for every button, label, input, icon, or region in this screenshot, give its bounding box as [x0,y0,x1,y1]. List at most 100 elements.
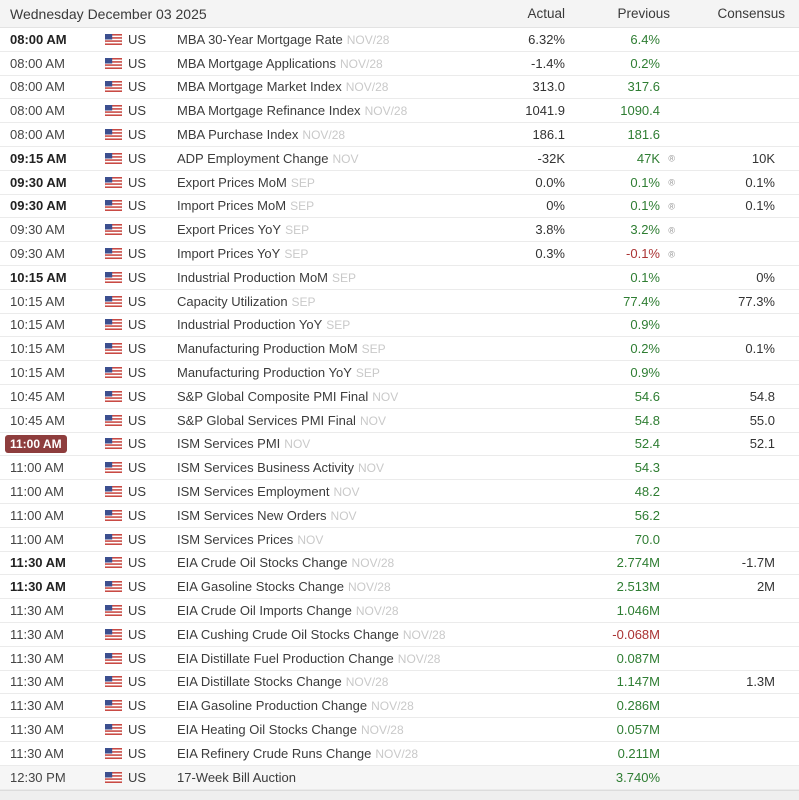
calendar-row[interactable]: 10:15 AM US Industrial Production YoYSEP… [0,314,799,338]
previous-value: 0.211M [618,746,660,761]
event-link[interactable]: EIA Crude Oil Imports Change [177,603,352,618]
calendar-row[interactable]: 10:15 AM US Manufacturing Production YoY… [0,361,799,385]
reference-period: NOV [284,437,310,451]
calendar-row[interactable]: 11:30 AM US EIA Distillate Fuel Producti… [0,647,799,671]
event-link[interactable]: EIA Refinery Crude Runs Change [177,746,371,761]
country-label: US [128,722,146,737]
event-link[interactable]: ADP Employment Change [177,151,329,166]
event-link[interactable]: ISM Services Prices [177,532,293,547]
calendar-row[interactable]: 08:00 AM US MBA Purchase IndexNOV/28 186… [0,123,799,147]
country-label: US [128,555,146,570]
event-link[interactable]: Industrial Production MoM [177,270,328,285]
calendar-row[interactable]: 10:45 AM US S&P Global Services PMI Fina… [0,409,799,433]
calendar-row[interactable]: 10:15 AM US Capacity UtilizationSEP 77.4… [0,290,799,314]
event-link[interactable]: ISM Services PMI [177,436,280,451]
previous-value: 0.2% [630,56,660,71]
calendar-row[interactable]: 11:30 AM US EIA Crude Oil Imports Change… [0,599,799,623]
event-time: 10:45 AM [10,389,65,404]
economic-calendar: Wednesday December 03 2025 Actual Previo… [0,0,799,800]
calendar-row[interactable]: 09:30 AM US Export Prices MoMSEP 0.0% 0.… [0,171,799,195]
previous-value: 3.2% [630,222,660,237]
consensus-value: 0.1% [684,198,799,213]
event-time: 09:30 AM [10,198,67,213]
event-link[interactable]: Import Prices YoY [177,246,280,261]
actual-value: -1.4% [474,56,584,71]
event-link[interactable]: EIA Gasoline Stocks Change [177,579,344,594]
calendar-row[interactable]: 08:00 AM US MBA Mortgage Market IndexNOV… [0,76,799,100]
event-link[interactable]: MBA 30-Year Mortgage Rate [177,32,343,47]
event-time: 09:30 AM [10,222,65,237]
calendar-row[interactable]: 10:15 AM US Industrial Production MoMSEP… [0,266,799,290]
consensus-value: 0.1% [684,341,799,356]
event-link[interactable]: 17-Week Bill Auction [177,770,296,785]
us-flag-icon [105,343,122,354]
event-link[interactable]: EIA Distillate Fuel Production Change [177,651,394,666]
country-label: US [128,151,146,166]
event-time: 11:00 AM [10,532,64,547]
event-link[interactable]: ISM Services Business Activity [177,460,354,475]
event-link[interactable]: Export Prices MoM [177,175,287,190]
consensus-value: 10K [684,151,799,166]
reference-period: SEP [326,318,350,332]
event-link[interactable]: Manufacturing Production YoY [177,365,352,380]
event-time: 12:30 PM [10,770,66,785]
calendar-row[interactable]: 11:00 AM US ISM Services Business Activi… [0,456,799,480]
event-link[interactable]: EIA Heating Oil Stocks Change [177,722,357,737]
event-link[interactable]: Industrial Production YoY [177,317,322,332]
event-link[interactable]: S&P Global Composite PMI Final [177,389,368,404]
event-link[interactable]: ISM Services New Orders [177,508,327,523]
calendar-row[interactable]: 11:30 AM US EIA Cushing Crude Oil Stocks… [0,623,799,647]
calendar-row[interactable]: 11:30 AM US EIA Crude Oil Stocks ChangeN… [0,552,799,576]
calendar-row[interactable]: 11:30 AM US EIA Heating Oil Stocks Chang… [0,718,799,742]
reference-period: NOV [333,152,359,166]
us-flag-icon [105,534,122,545]
event-link[interactable]: EIA Gasoline Production Change [177,698,367,713]
calendar-row[interactable]: 11:30 AM US EIA Distillate Stocks Change… [0,671,799,695]
calendar-row[interactable]: 08:00 AM US MBA Mortgage ApplicationsNOV… [0,52,799,76]
calendar-row[interactable]: 11:00 AM US ISM Services EmploymentNOV 4… [0,480,799,504]
event-link[interactable]: Import Prices MoM [177,198,286,213]
calendar-row[interactable]: 11:30 AM US EIA Gasoline Production Chan… [0,694,799,718]
country-label: US [128,79,146,94]
us-flag-icon [105,605,122,616]
event-link[interactable]: Capacity Utilization [177,294,288,309]
calendar-row[interactable]: 11:00 AM US ISM Services PMINOV 52.4 5 [0,433,799,457]
calendar-row[interactable]: 08:00 AM US MBA 30-Year Mortgage RateNOV… [0,28,799,52]
event-link[interactable]: S&P Global Services PMI Final [177,413,356,428]
reference-period: NOV [358,461,384,475]
us-flag-icon [105,153,122,164]
country-label: US [128,246,146,261]
calendar-row[interactable]: 11:30 AM US EIA Refinery Crude Runs Chan… [0,742,799,766]
country-label: US [128,294,146,309]
calendar-row[interactable]: 10:15 AM US Manufacturing Production MoM… [0,337,799,361]
calendar-row[interactable]: 08:00 AM US MBA Mortgage Refinance Index… [0,99,799,123]
event-link[interactable]: MBA Mortgage Refinance Index [177,103,361,118]
calendar-row[interactable]: 11:30 AM US EIA Gasoline Stocks ChangeNO… [0,575,799,599]
calendar-row[interactable]: 12:30 PM US 17-Week Bill Auction 3.740% [0,766,799,790]
calendar-row[interactable]: 09:15 AM US ADP Employment ChangeNOV -32… [0,147,799,171]
calendar-row[interactable]: 11:00 AM US ISM Services New OrdersNOV 5… [0,504,799,528]
calendar-row[interactable]: 09:30 AM US Import Prices MoMSEP 0% 0.1%… [0,195,799,219]
event-link[interactable]: EIA Cushing Crude Oil Stocks Change [177,627,399,642]
event-link[interactable]: MBA Mortgage Market Index [177,79,342,94]
event-link[interactable]: MBA Purchase Index [177,127,298,142]
previous-value: 54.6 [635,389,660,404]
event-link[interactable]: MBA Mortgage Applications [177,56,336,71]
consensus-value: -1.7M [684,555,799,570]
us-flag-icon [105,81,122,92]
event-link[interactable]: Manufacturing Production MoM [177,341,358,356]
calendar-row[interactable]: 10:45 AM US S&P Global Composite PMI Fin… [0,385,799,409]
event-link[interactable]: Export Prices YoY [177,222,281,237]
calendar-row[interactable]: 11:00 AM US ISM Services PricesNOV 70.0 [0,528,799,552]
event-link[interactable]: ISM Services Employment [177,484,329,499]
calendar-row[interactable]: 09:30 AM US Import Prices YoYSEP 0.3% -0… [0,242,799,266]
event-time: 11:30 AM [10,698,64,713]
event-link[interactable]: EIA Crude Oil Stocks Change [177,555,348,570]
reference-period: NOV [372,390,398,404]
revised-icon: ® [668,178,675,188]
revised-icon: ® [668,225,675,235]
reference-period: SEP [356,366,380,380]
country-label: US [128,389,146,404]
event-link[interactable]: EIA Distillate Stocks Change [177,674,342,689]
calendar-row[interactable]: 09:30 AM US Export Prices YoYSEP 3.8% 3.… [0,218,799,242]
